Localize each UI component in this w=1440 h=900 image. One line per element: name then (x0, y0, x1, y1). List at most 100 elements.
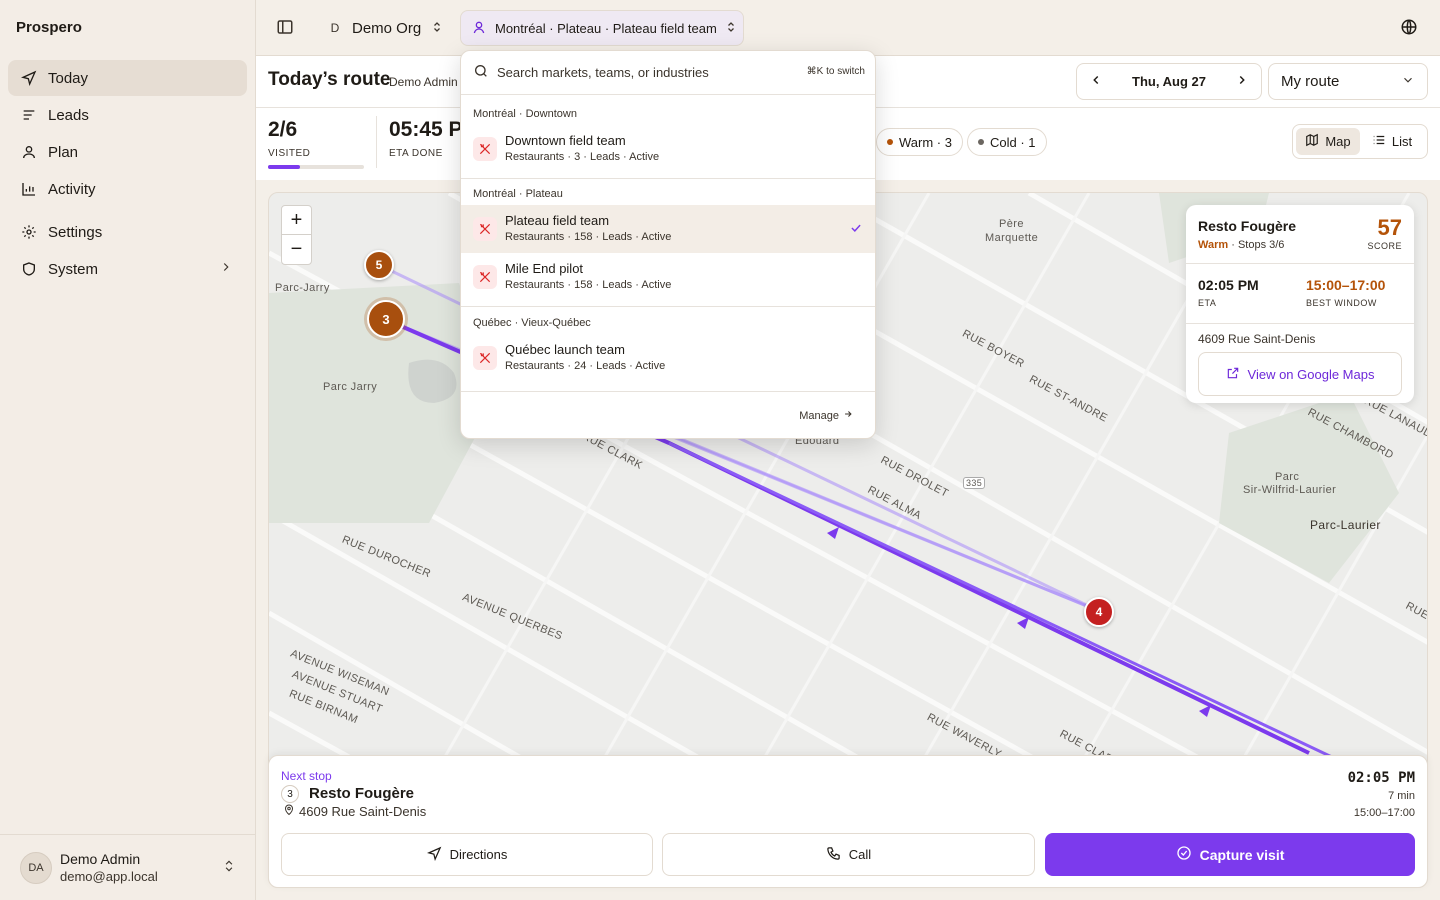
map-view-label: Map (1325, 134, 1351, 149)
topbar: D Demo Org Montréal · Plateau · Plateau … (256, 0, 1440, 56)
bar-chart-icon (20, 180, 38, 198)
user-menu[interactable]: DA Demo Admin demo@app.local (0, 834, 256, 900)
page-subtitle: Demo Admin (389, 75, 458, 89)
team-option-title: Québec launch team (505, 342, 625, 357)
sidebar-toggle-icon[interactable] (276, 18, 296, 38)
search-icon (473, 63, 489, 82)
gear-icon (20, 223, 38, 241)
chevron-left-icon[interactable] (1089, 73, 1103, 90)
sidebar-item-system[interactable]: System (8, 251, 247, 287)
map-label: Parc Jarry (323, 381, 378, 393)
utensils-icon (473, 137, 497, 161)
map-label: Marquette (985, 232, 1039, 244)
current-date: Thu, Aug 27 (1132, 74, 1206, 89)
chevron-right-icon[interactable] (1235, 73, 1249, 90)
org-switcher[interactable]: D Demo Org (328, 14, 443, 42)
capture-visit-button[interactable]: Capture visit (1045, 833, 1415, 876)
zoom-controls: + − (281, 205, 312, 265)
org-letter: D (330, 21, 340, 35)
stat-divider (376, 116, 377, 168)
globe-icon[interactable] (1400, 18, 1420, 38)
route-stop-marker[interactable]: 4 (1084, 597, 1114, 627)
eta-label: ETA DONE (389, 148, 443, 159)
user-email: demo@app.local (60, 868, 158, 884)
map-label: Parc-Jarry (275, 282, 330, 294)
eta-label: ETA (1198, 298, 1217, 308)
divider (1186, 263, 1414, 264)
visited-progress-bar (268, 165, 364, 169)
sidebar-item-activity[interactable]: Activity (8, 171, 247, 207)
sidebar-item-today[interactable]: Today (8, 60, 247, 96)
call-label: Call (848, 847, 872, 862)
team-option-downtown-field-team[interactable]: Downtown field team Restaurants · 3 · Le… (461, 125, 875, 173)
warm-filter-pill[interactable]: Warm · 3 (876, 128, 963, 156)
zoom-out-button[interactable]: − (282, 235, 311, 264)
utensils-icon (473, 265, 497, 289)
team-option-subtitle: Restaurants · 24 · Leads · Active (505, 360, 666, 372)
chevron-down-icon (1401, 73, 1415, 91)
stop-score: 57 (1377, 215, 1402, 240)
next-stop-duration: 7 min (1388, 790, 1415, 802)
org-name: Demo Org (352, 19, 422, 37)
map-label: Père (999, 218, 1024, 230)
sidebar-item-label: System (48, 260, 99, 278)
manage-teams-link[interactable]: Manage (799, 409, 853, 422)
phone-icon (826, 846, 841, 864)
map-pin-icon (283, 804, 295, 819)
chevron-up-down-icon (222, 859, 236, 876)
team-switcher[interactable]: Montréal · Plateau · Plateau field team (460, 10, 744, 46)
cold-dot (978, 139, 984, 145)
list-view-button[interactable]: List (1360, 128, 1424, 155)
team-search-input[interactable] (497, 65, 787, 80)
sidebar-item-leads[interactable]: Leads (8, 97, 247, 133)
map-pin-user-icon (471, 19, 487, 38)
sidebar-item-label: Settings (48, 223, 103, 241)
team-option-plateau-field-team[interactable]: Plateau field team Restaurants · 158 · L… (461, 205, 875, 253)
group-heading: Montréal · Plateau (473, 188, 563, 200)
directions-button[interactable]: Directions (281, 833, 653, 876)
next-stop-panel: Next stop 3 Resto Fougère 4609 Rue Saint… (268, 755, 1428, 888)
sidebar-item-plan[interactable]: Plan (8, 134, 247, 170)
brand-name: Prospero (16, 19, 82, 36)
route-stop-marker[interactable]: 3 (367, 300, 405, 338)
sidebar: Prospero Today Leads Plan Activity Setti… (0, 0, 256, 900)
team-option-quebec-launch-team[interactable]: Québec launch team Restaurants · 24 · Le… (461, 334, 875, 382)
user-info: Demo Admin demo@app.local (60, 850, 158, 886)
stop-eta: 02:05 PM (1198, 277, 1259, 293)
check-circle-icon (1176, 845, 1192, 864)
stop-meta: Warm · Stops 3/6 (1198, 239, 1284, 251)
date-navigator: Thu, Aug 27 (1076, 63, 1262, 100)
zoom-in-button[interactable]: + (282, 206, 311, 235)
route-select[interactable]: My route (1268, 63, 1428, 100)
team-option-subtitle: Restaurants · 3 · Leads · Active (505, 151, 660, 163)
chevron-up-down-icon (725, 21, 737, 36)
sidebar-item-label: Activity (48, 180, 96, 198)
sidebar-item-settings[interactable]: Settings (8, 214, 247, 250)
best-window-label: BEST WINDOW (1306, 298, 1377, 308)
call-button[interactable]: Call (662, 833, 1035, 876)
capture-visit-label: Capture visit (1199, 846, 1285, 863)
sidebar-item-label: Today (48, 69, 89, 87)
user-icon (20, 143, 38, 161)
stop-name: Resto Fougère (1198, 218, 1297, 234)
route-stop-marker[interactable]: 5 (364, 250, 394, 280)
google-maps-button[interactable]: View on Google Maps (1198, 352, 1402, 396)
team-option-title: Plateau field team (505, 213, 610, 228)
meta-separator: · (1231, 239, 1238, 251)
next-stop-window: 15:00–17:00 (1353, 807, 1415, 819)
cold-filter-pill[interactable]: Cold · 1 (967, 128, 1047, 156)
avatar: DA (20, 851, 52, 884)
team-option-mile-end-pilot[interactable]: Mile End pilot Restaurants · 158 · Leads… (461, 253, 875, 301)
utensils-icon (473, 217, 497, 241)
team-option-subtitle: Restaurants · 158 · Leads · Active (505, 279, 672, 291)
map-label: Sir-Wilfrid-Laurier (1243, 484, 1337, 496)
sidebar-nav: Today Leads Plan Activity Settings Syste… (8, 60, 247, 288)
visited-value: 2/6 (268, 118, 298, 141)
next-stop-label: Next stop (281, 769, 332, 783)
map-view-button[interactable]: Map (1296, 128, 1360, 155)
route-arrows (827, 527, 1211, 717)
group-heading: Montréal · Downtown (473, 108, 577, 120)
cold-pill-label: Cold · 1 (990, 134, 1036, 150)
next-stop-name: Resto Fougère (309, 785, 415, 802)
address-text: 4609 Rue Saint-Denis (299, 804, 427, 819)
